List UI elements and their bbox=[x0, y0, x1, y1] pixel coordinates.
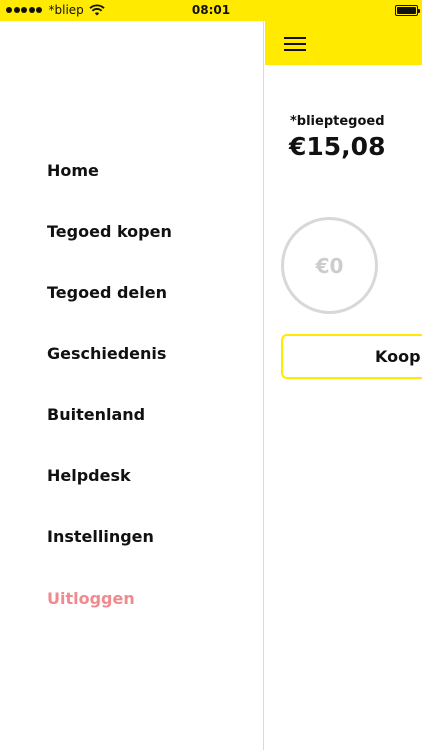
app-screen: *bliep 08:01 Home Tegoed kopen Tegoed de… bbox=[0, 0, 422, 750]
menu-item-uitloggen[interactable]: Uitloggen bbox=[47, 589, 135, 608]
side-drawer-menu: Home Tegoed kopen Tegoed delen Geschiede… bbox=[0, 21, 264, 750]
balance-value: €15,08 bbox=[289, 132, 386, 161]
menu-item-home[interactable]: Home bbox=[47, 161, 99, 180]
euro-circle-value: €0 bbox=[315, 253, 344, 278]
top-bar bbox=[265, 21, 422, 65]
menu-item-instellingen[interactable]: Instellingen bbox=[47, 527, 154, 546]
battery-icon bbox=[395, 5, 420, 16]
menu-item-tegoed-delen[interactable]: Tegoed delen bbox=[47, 283, 167, 302]
buy-button[interactable]: Koop 1 bbox=[281, 334, 422, 379]
menu-item-helpdesk[interactable]: Helpdesk bbox=[47, 466, 131, 485]
status-bar: *bliep 08:01 bbox=[0, 0, 422, 21]
menu-item-tegoed-kopen[interactable]: Tegoed kopen bbox=[47, 222, 172, 241]
buy-button-label: Koop 1 bbox=[375, 347, 422, 366]
main-content: *blieptegoed €15,08 €0 Koop 1 bbox=[265, 21, 422, 750]
hamburger-menu-icon[interactable] bbox=[284, 37, 308, 51]
balance-label: *blieptegoed bbox=[290, 114, 385, 129]
menu-item-geschiedenis[interactable]: Geschiedenis bbox=[47, 344, 166, 363]
menu-item-buitenland[interactable]: Buitenland bbox=[47, 405, 145, 424]
status-time: 08:01 bbox=[191, 3, 231, 17]
euro-amount-circle[interactable]: €0 bbox=[281, 217, 378, 314]
